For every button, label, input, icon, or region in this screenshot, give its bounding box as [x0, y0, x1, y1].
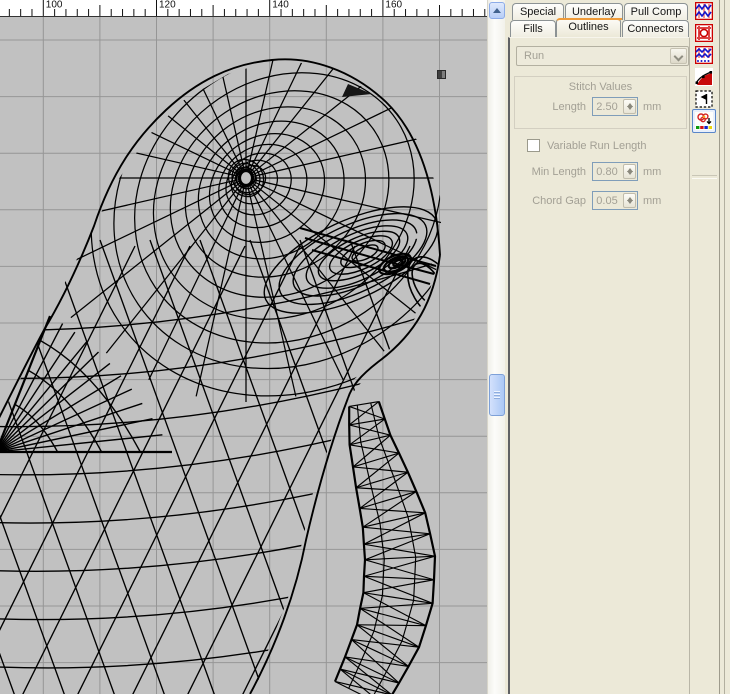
- scrollbar-thumb[interactable]: [489, 374, 505, 416]
- length-unit: mm: [643, 101, 661, 113]
- outline-type-dropdown[interactable]: Run: [516, 46, 689, 66]
- length-value: 2.50: [593, 101, 621, 113]
- min-length-unit: mm: [643, 166, 661, 178]
- length-field[interactable]: 2.50: [592, 97, 638, 116]
- tab-connectors[interactable]: Connectors: [622, 20, 689, 37]
- ruler-ticks: 100 120 140 160: [0, 0, 487, 17]
- application-window: 100120140160 Special Underlay Pull Comp …: [0, 0, 730, 694]
- length-label: Length: [520, 101, 586, 113]
- outline-type-value: Run: [524, 50, 544, 62]
- svg-text:120: 120: [159, 0, 176, 11]
- toolbar-separator: [692, 175, 717, 179]
- dropdown-arrow-button[interactable]: [670, 48, 687, 64]
- chord-gap-label: Chord Gap: [520, 195, 586, 207]
- spin-down-icon: [627, 106, 633, 110]
- stitch-type-toolbar: [690, 0, 720, 694]
- satin-stitch-icon[interactable]: [695, 2, 713, 20]
- min-length-value: 0.80: [593, 166, 621, 178]
- vertical-scrollbar[interactable]: [487, 0, 505, 694]
- scroll-up-arrow-icon: [493, 8, 501, 13]
- length-spinner[interactable]: [623, 99, 636, 114]
- min-length-field[interactable]: 0.80: [592, 162, 638, 181]
- outlines-tab-page: Run Stitch Values Length 2.50 mm Variabl…: [508, 37, 690, 694]
- chord-gap-field[interactable]: 0.05: [592, 191, 638, 210]
- group-title: Stitch Values: [515, 81, 686, 93]
- chord-gap-spinner[interactable]: [623, 193, 636, 208]
- svg-text:140: 140: [272, 0, 289, 11]
- applique-icon[interactable]: [695, 68, 713, 86]
- right-edge-strip: [721, 0, 730, 694]
- spin-down-icon: [627, 200, 633, 204]
- selection-handle[interactable]: [437, 70, 446, 79]
- tab-fills[interactable]: Fills: [510, 20, 556, 37]
- object-select-flag-icon[interactable]: [695, 90, 713, 108]
- horizontal-ruler: 100 120 140 160: [0, 0, 487, 17]
- dolphin-mesh-canvas[interactable]: [0, 17, 487, 694]
- chord-gap-value: 0.05: [593, 195, 621, 207]
- chevron-down-icon: [674, 52, 684, 62]
- spin-down-icon: [627, 171, 633, 175]
- min-length-spinner[interactable]: [623, 164, 636, 179]
- panel-divider: [724, 0, 725, 694]
- tab-special[interactable]: Special: [512, 3, 564, 20]
- scroll-up-button[interactable]: [489, 2, 505, 19]
- tab-outlines[interactable]: Outlines: [556, 18, 621, 37]
- thread-colors-icon[interactable]: [692, 109, 716, 133]
- fill-stitch-icon[interactable]: [695, 46, 713, 64]
- variable-run-length-checkbox[interactable]: [527, 139, 540, 152]
- design-canvas[interactable]: 100 120 140 160: [0, 0, 487, 694]
- min-length-label: Min Length: [520, 166, 586, 178]
- chord-gap-unit: mm: [643, 195, 661, 207]
- motif-fill-icon[interactable]: [695, 24, 713, 42]
- tab-pull-comp[interactable]: Pull Comp: [624, 3, 688, 20]
- svg-text:100: 100: [46, 0, 63, 11]
- svg-text:160: 160: [385, 0, 402, 11]
- variable-run-length-label: Variable Run Length: [547, 140, 646, 152]
